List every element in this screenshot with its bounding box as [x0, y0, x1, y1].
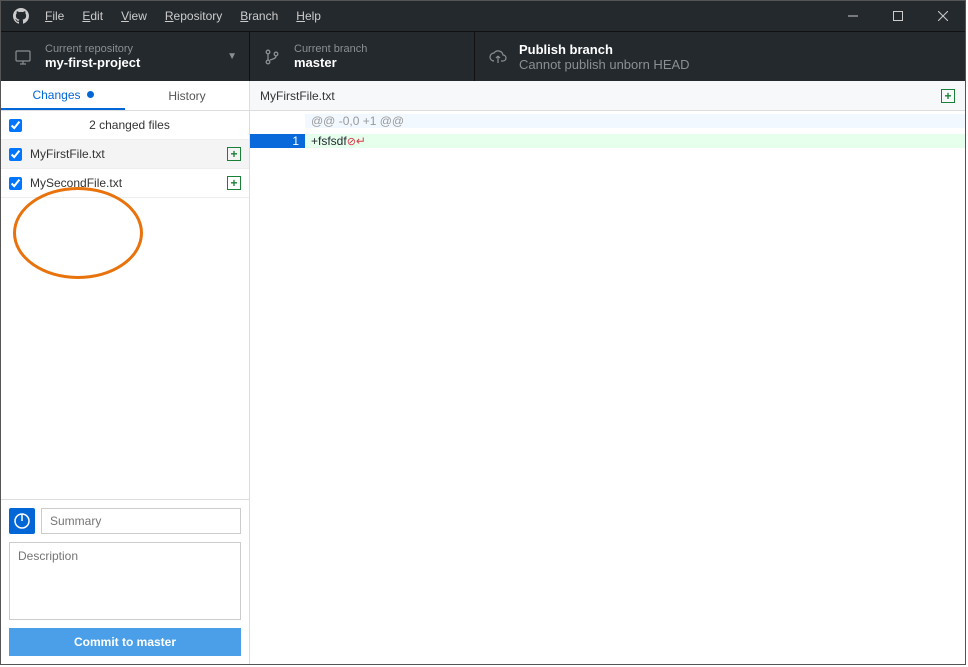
menu-file[interactable]: File: [45, 9, 64, 23]
added-icon: +: [227, 147, 241, 161]
select-all-checkbox[interactable]: [9, 119, 22, 132]
commit-button[interactable]: Commit to master: [9, 628, 241, 656]
changed-files-count: 2 changed files: [30, 118, 249, 132]
branch-label: Current branch: [294, 43, 367, 55]
menu-repository[interactable]: Repository: [165, 9, 222, 23]
repo-selector[interactable]: Current repository my-first-project ▼: [1, 32, 250, 81]
repo-label: Current repository: [45, 43, 140, 55]
diff-pane: MyFirstFile.txt + @@ -0,0 +1 @@ 1 +fsfsd…: [250, 81, 965, 664]
cloud-upload-icon: [489, 49, 513, 65]
main-area: Changes History 2 changed files MyFirstF…: [1, 81, 965, 664]
file-row[interactable]: MyFirstFile.txt +: [1, 140, 249, 169]
diff-body: @@ -0,0 +1 @@ 1 +fsfsdf⊘↵: [250, 111, 965, 664]
diff-line-added[interactable]: 1 +fsfsdf⊘↵: [250, 131, 965, 151]
file-list: MyFirstFile.txt + MySecondFile.txt +: [1, 140, 249, 499]
sidebar: Changes History 2 changed files MyFirstF…: [1, 81, 250, 664]
menu-branch[interactable]: Branch: [240, 9, 278, 23]
diff-filename: MyFirstFile.txt: [260, 89, 941, 103]
monitor-icon: [15, 49, 39, 65]
description-input[interactable]: [9, 542, 241, 620]
file-row[interactable]: MySecondFile.txt +: [1, 169, 249, 198]
publish-value: Cannot publish unborn HEAD: [519, 57, 690, 72]
repo-value: my-first-project: [45, 55, 140, 70]
publish-section[interactable]: Publish branch Cannot publish unborn HEA…: [475, 32, 965, 81]
minimize-button[interactable]: [830, 1, 875, 31]
maximize-button[interactable]: [875, 1, 920, 31]
chevron-down-icon: ▼: [227, 51, 237, 62]
app-window: File Edit View Repository Branch Help Cu…: [0, 0, 966, 665]
git-branch-icon: [264, 49, 288, 65]
branch-value: master: [294, 55, 367, 70]
github-logo-icon: [1, 8, 41, 24]
added-icon: +: [227, 176, 241, 190]
menu-help[interactable]: Help: [296, 9, 321, 23]
avatar-icon: [9, 508, 35, 534]
menu-bar: File Edit View Repository Branch Help: [41, 9, 321, 23]
titlebar: File Edit View Repository Branch Help: [1, 1, 965, 31]
file-name: MyFirstFile.txt: [30, 147, 227, 161]
header-bar: Current repository my-first-project ▼ Cu…: [1, 31, 965, 81]
file-name: MySecondFile.txt: [30, 176, 227, 190]
menu-edit[interactable]: Edit: [82, 9, 103, 23]
summary-input[interactable]: [41, 508, 241, 534]
tab-changes[interactable]: Changes: [1, 81, 125, 110]
menu-view[interactable]: View: [121, 9, 147, 23]
commit-form: Commit to master: [1, 499, 249, 664]
diff-header: MyFirstFile.txt +: [250, 81, 965, 111]
file-checkbox[interactable]: [9, 148, 22, 161]
no-newline-icon: ⊘: [347, 136, 356, 148]
diff-hunk-header: @@ -0,0 +1 @@: [250, 111, 965, 131]
sidebar-tabs: Changes History: [1, 81, 249, 111]
publish-label: Publish branch: [519, 42, 690, 57]
added-icon: +: [941, 89, 955, 103]
branch-selector[interactable]: Current branch master: [250, 32, 475, 81]
tab-history[interactable]: History: [125, 81, 249, 110]
changes-indicator-dot: [87, 91, 94, 98]
file-checkbox[interactable]: [9, 177, 22, 190]
close-button[interactable]: [920, 1, 965, 31]
changed-files-header: 2 changed files: [1, 111, 249, 140]
